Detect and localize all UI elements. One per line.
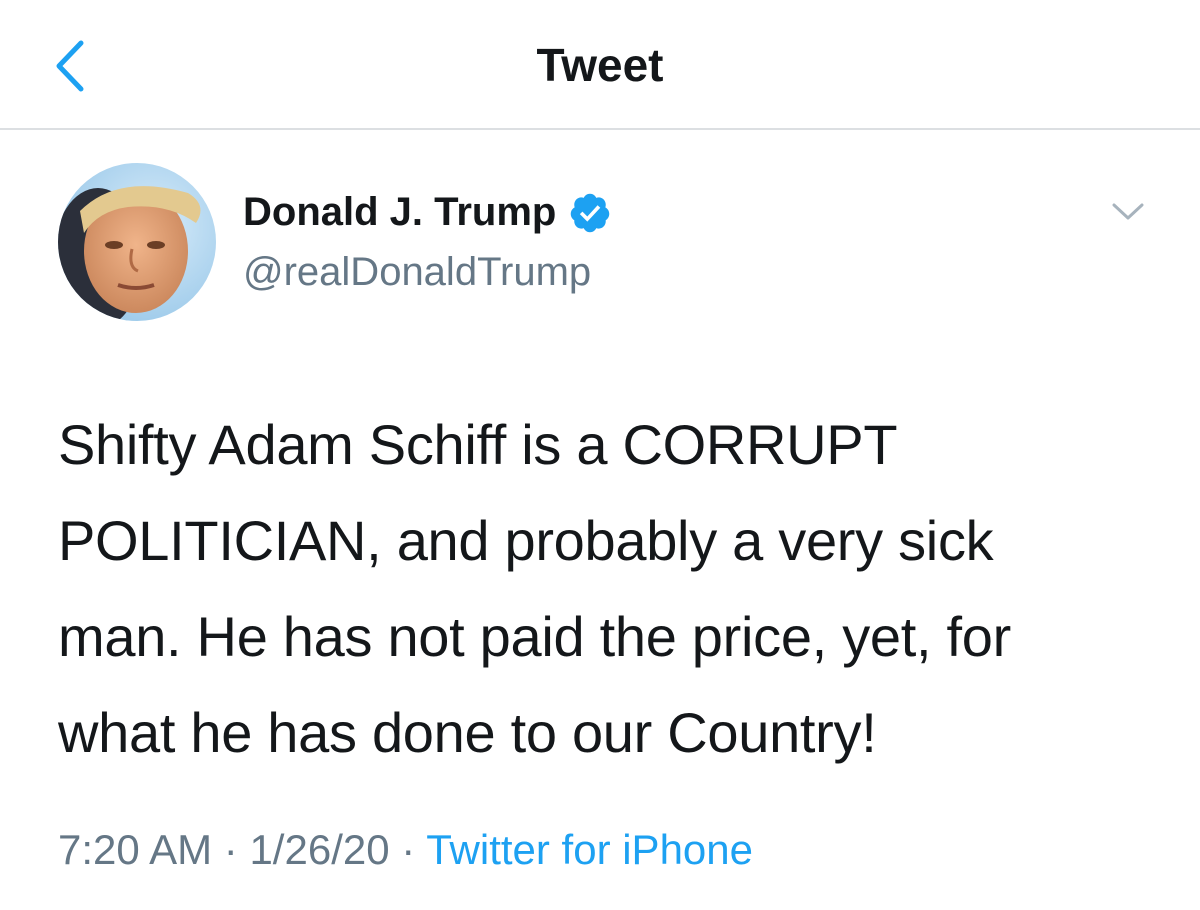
author-name[interactable]: Donald J. Trump xyxy=(243,190,612,235)
author-name-text: Donald J. Trump xyxy=(243,190,557,234)
chevron-down-icon[interactable] xyxy=(1108,196,1148,226)
navigation-bar: Tweet xyxy=(0,0,1200,130)
tweet-text: Shifty Adam Schiff is a CORRUPT POLITICI… xyxy=(58,413,1011,764)
avatar[interactable] xyxy=(58,163,216,321)
tweet-time: 7:20 AM xyxy=(58,826,213,873)
profile-photo xyxy=(58,163,216,321)
tweet-date: 1/26/20 xyxy=(249,826,390,873)
author-handle[interactable]: @realDonaldTrump xyxy=(243,250,591,295)
tweet-source-link[interactable]: Twitter for iPhone xyxy=(426,826,753,873)
tweet-metadata: 7:20 AM · 1/26/20 · Twitter for iPhone xyxy=(58,826,753,874)
meta-separator: · xyxy=(223,826,238,873)
page-title: Tweet xyxy=(536,39,664,91)
verified-badge-icon xyxy=(571,193,610,232)
meta-separator: · xyxy=(401,826,416,873)
